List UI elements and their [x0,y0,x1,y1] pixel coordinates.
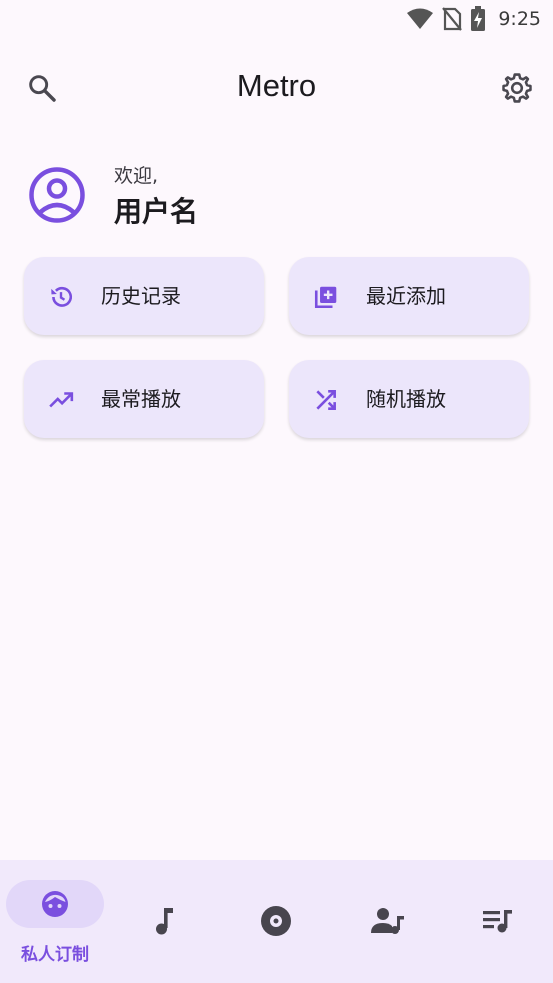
shuffle-card[interactable]: 随机播放 [289,360,529,438]
most-played-card[interactable]: 最常播放 [24,360,264,438]
no-sim-icon [442,7,463,31]
username: 用户名 [114,194,199,228]
app-title: Metro [236,68,317,103]
status-bar: 9:25 [0,0,553,38]
nav-item-albums[interactable] [221,860,331,983]
welcome-section: 欢迎, 用户名 [28,160,198,230]
bottom-navigation: 私人订制 [0,860,553,983]
nav-item-playlists[interactable] [442,860,552,983]
status-time: 9:25 [498,8,541,30]
welcome-greeting: 欢迎, [114,164,159,187]
trending-up-icon [49,392,74,408]
nav-item-songs[interactable] [111,860,221,983]
wifi-icon [407,8,434,29]
most-played-label: 最常播放 [101,387,181,411]
nav-label-personal: 私人订制 [21,945,89,965]
nav-item-personal[interactable]: 私人订制 [0,860,110,983]
history-label: 历史记录 [101,284,181,308]
settings-button[interactable] [499,70,535,106]
settings-gear-icon [502,73,532,103]
recently-added-label: 最近添加 [366,284,446,308]
nav-item-artists[interactable] [332,860,442,983]
shuffle-label: 随机播放 [366,387,446,411]
library-add-icon [314,286,337,309]
history-icon [51,286,72,307]
shuffle-icon [316,390,336,410]
app-bar: Metro [0,56,553,120]
face-icon [42,891,68,917]
artist-icon [371,908,404,934]
album-icon [261,906,291,936]
playlist-icon [483,910,512,933]
music-note-icon [156,908,173,935]
recently-added-card[interactable]: 最近添加 [289,257,529,335]
account-circle-icon[interactable] [28,166,86,224]
battery-charging-icon [471,6,486,31]
history-card[interactable]: 历史记录 [24,257,264,335]
